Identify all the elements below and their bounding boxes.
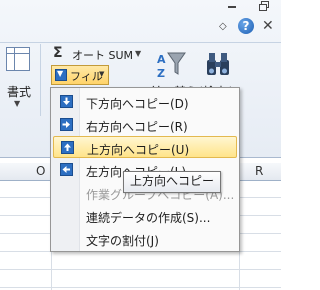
menu-item-label: 右方向へコピー(R) [86,120,188,134]
find-select-binoculars-icon[interactable] [205,50,231,78]
help-icon[interactable]: ? [238,18,254,34]
menu-item-fill-down[interactable]: 下方向へコピー(D) [53,91,237,113]
svg-text:Z: Z [157,67,165,80]
ribbon-tab-divider [0,42,281,43]
autosum-sigma-icon[interactable]: Σ [53,45,63,61]
group-divider [40,44,41,116]
restore-window-icon[interactable] [257,0,271,14]
menu-item-label: 文字の割付(J) [86,234,159,248]
fill-button-label: フィル [70,70,103,83]
svg-text:A: A [157,53,166,66]
tooltip: 上方向へコピー [123,171,222,193]
fill-dropdown-arrow-icon: ▼ [99,70,105,78]
row-gridline [0,287,281,288]
menu-item-label: 連続データの作成(S)... [86,211,211,225]
arrow-down-icon [60,95,73,108]
fill-down-icon [55,69,67,81]
close-workbook-icon[interactable]: ✕ [262,18,274,34]
fill-button[interactable]: フィル ▼ [51,65,109,85]
menu-item-label: 上方向へコピー(U) [87,143,190,157]
menu-item-justify[interactable]: 文字の割付(J) [53,228,237,250]
collapse-ribbon-icon[interactable]: ◇ [219,21,227,32]
column-header-r[interactable]: R [255,164,263,178]
format-button-label[interactable]: 書式 [7,83,31,100]
sort-filter-icon[interactable]: A Z [156,50,186,80]
minimize-icon[interactable] [225,0,239,14]
autosum-label[interactable]: オート SUM [72,47,133,63]
menu-item-fill-right[interactable]: 右方向へコピー(R) [53,114,237,136]
menu-item-label: 下方向へコピー(D) [86,97,189,111]
fill-dropdown-menu: 下方向へコピー(D) 右方向へコピー(R) 上方向へコピー(U) 左方向へコピー… [50,87,240,252]
format-dropdown-arrow-icon[interactable]: ▼ [14,99,20,108]
arrow-right-icon [60,118,73,131]
autosum-dropdown-arrow-icon[interactable]: ▼ [135,49,141,58]
row-gridline [0,269,281,270]
column-header-o[interactable]: O [36,164,45,178]
format-cells-icon[interactable] [6,47,30,71]
menu-item-series[interactable]: 連続データの作成(S)... [53,205,237,227]
arrow-left-icon [60,163,73,176]
menu-item-fill-up[interactable]: 上方向へコピー(U) [53,136,237,158]
arrow-up-icon [61,141,74,154]
